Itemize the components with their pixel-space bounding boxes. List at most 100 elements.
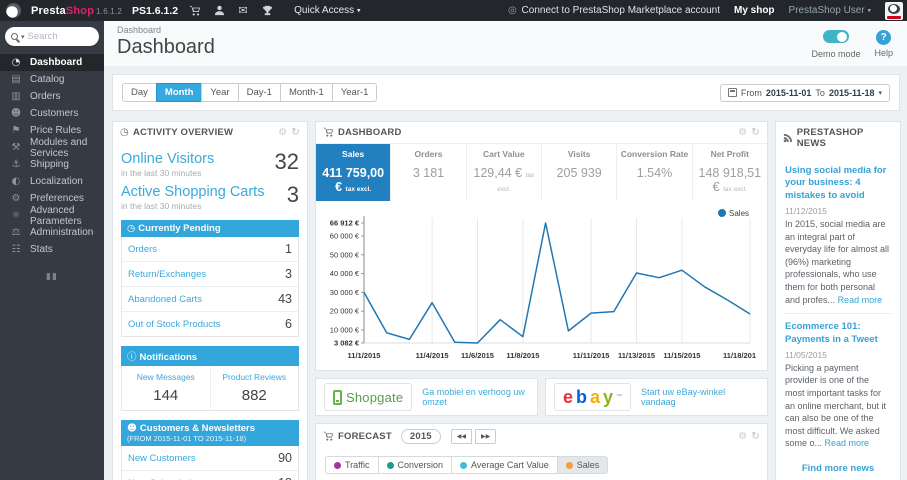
sidebar-item-stats[interactable]: ☷ Stats <box>0 241 104 258</box>
marketplace-link[interactable]: ◎ Connect to PrestaShop Marketplace acco… <box>508 5 720 16</box>
help-icon[interactable]: ? <box>876 30 892 45</box>
filter-month-button[interactable]: Month <box>155 83 203 102</box>
sidebar-item-catalog[interactable]: ▤ Catalog <box>0 71 104 88</box>
customers-newsletters-header: ☻ Customers & Newsletters (FROM 2015-11-01… <box>121 420 299 446</box>
read-more-link[interactable]: Read more <box>838 295 883 305</box>
clock-icon: ◷ <box>127 223 136 234</box>
breadcrumb[interactable]: Dashboard <box>117 25 897 35</box>
prestashop-news-panel: PRESTASHOP NEWS Using social media for y… <box>775 121 901 480</box>
filter-year-button[interactable]: Year <box>201 83 239 102</box>
svg-text:11/4/2015: 11/4/2015 <box>416 351 449 360</box>
sidebar-search[interactable]: ▾ <box>5 27 99 46</box>
sales-line-chart: 3 082 € 10 000 € 20 000 € 30 000 € 40 000 € 5… <box>330 209 756 360</box>
find-more-news-link[interactable]: Find more news <box>785 457 891 480</box>
pending-row-out-of-stock[interactable]: Out of Stock Products 6 <box>122 311 298 336</box>
online-visitors-sub: in the last 30 minutes <box>121 168 202 178</box>
new-customers-row[interactable]: New Customers 90 <box>122 446 298 470</box>
news-article-date: 11/12/2015 <box>785 206 827 217</box>
sidebar-item-localization[interactable]: ◐ Localization <box>0 173 104 190</box>
new-messages-cell[interactable]: New Messages 144 <box>122 366 210 410</box>
ebay-logo: e b a y ™ <box>554 383 632 411</box>
forecast-legend-traffic[interactable]: Traffic <box>325 456 379 474</box>
product-reviews-cell[interactable]: Product Reviews 882 <box>209 366 299 410</box>
messages-icon[interactable]: ✉ <box>236 4 250 17</box>
wrench-icon: ⚙ <box>11 193 21 204</box>
cogs-icon: ⚛ <box>11 210 21 221</box>
read-more-link[interactable]: Read more <box>825 438 870 448</box>
cart-icon <box>323 431 334 441</box>
sidebar-item-orders[interactable]: ▥ Orders <box>0 88 104 105</box>
phone-icon <box>333 389 342 405</box>
sidebar-item-shipping[interactable]: ⚓ Shipping <box>0 156 104 173</box>
svg-text:20 000 €: 20 000 € <box>330 307 360 316</box>
sidebar-collapse-button[interactable]: ▮▮ <box>0 272 104 282</box>
people-icon: ☻ <box>10 108 22 119</box>
panel-refresh-icon[interactable]: ↻ <box>751 431 760 442</box>
quick-access-menu[interactable]: Quick Access ▾ <box>294 5 360 16</box>
new-subscriptions-row[interactable]: New Subscriptions18 <box>122 470 298 480</box>
date-range-button[interactable]: From 2015-11-01 To 2015-11-18 ▾ <box>719 83 890 102</box>
forecast-legend-average-cart-value[interactable]: Average Cart Value <box>451 456 558 474</box>
user-menu[interactable]: PrestaShop User ▾ <box>789 5 871 16</box>
filter-day-button[interactable]: Day <box>122 83 157 102</box>
chevron-down-icon: ▾ <box>878 88 882 97</box>
dashboard-panel: DASHBOARD ⚙ ↻ Sales 411 759,00 € tax excl… <box>315 121 768 371</box>
forecast-legend-sales[interactable]: Sales <box>556 456 609 474</box>
forecast-next-button[interactable]: ▶▶ <box>475 429 497 444</box>
ebay-module: e b a y ™ Start uw eBay-winkel vandaag <box>545 378 768 416</box>
ebay-link[interactable]: Start uw eBay-winkel vandaag <box>641 387 759 407</box>
news-article-title[interactable]: Ecommerce 101: Payments in a Tweet <box>785 321 891 346</box>
filter-month-1-button[interactable]: Month-1 <box>279 83 333 102</box>
chevron-down-icon: ▾ <box>356 6 361 15</box>
forecast-legend-conversion[interactable]: Conversion <box>377 456 453 474</box>
kpi-orders[interactable]: Orders 3 181 <box>390 144 465 201</box>
sidebar-item-administration[interactable]: ⚖ Administration <box>0 224 104 241</box>
svg-text:50 000 €: 50 000 € <box>330 250 360 259</box>
pending-row-orders[interactable]: Orders 1 <box>122 237 298 261</box>
legend-dot <box>460 461 468 469</box>
cart-icon[interactable] <box>188 5 202 17</box>
trophy-icon[interactable] <box>260 5 274 16</box>
svg-text:11/18/201: 11/18/201 <box>723 351 756 360</box>
online-visitors-link[interactable]: Online Visitors <box>121 151 214 167</box>
kpi-cart-value[interactable]: Cart Value 129,44 € tax excl. <box>465 144 541 201</box>
search-input[interactable] <box>27 31 93 42</box>
pending-row-returns[interactable]: Return/Exchanges 3 <box>122 261 298 286</box>
kpi-conversion-rate[interactable]: Conversion Rate 1.54% <box>616 144 691 201</box>
avatar[interactable] <box>885 1 903 20</box>
sidebar-item-advanced-parameters[interactable]: ⚛ Advanced Parameters <box>0 205 104 227</box>
svg-text:11/11/2015: 11/11/2015 <box>573 351 610 360</box>
panel-refresh-icon[interactable]: ↻ <box>291 127 300 138</box>
my-shop-link[interactable]: My shop <box>734 5 775 16</box>
customer-quick-icon[interactable] <box>212 5 226 16</box>
person-icon: ☻ <box>127 423 137 434</box>
news-article-title[interactable]: Using social media for your business: 4 … <box>785 165 891 202</box>
panel-settings-icon[interactable]: ⚙ <box>278 127 287 138</box>
activity-icon: ◷ <box>120 127 129 138</box>
filter-year-1-button[interactable]: Year-1 <box>331 83 378 102</box>
active-carts-link[interactable]: Active Shopping Carts <box>121 184 264 200</box>
pending-row-abandoned-carts[interactable]: Abandoned Carts 43 <box>122 286 298 311</box>
svg-text:11/13/2015: 11/13/2015 <box>618 351 655 360</box>
panel-settings-icon[interactable]: ⚙ <box>738 431 747 442</box>
shopgate-link[interactable]: Ga mobiel en verhoog uw omzet <box>422 387 529 407</box>
svg-text:Sales: Sales <box>729 209 749 218</box>
search-scope-caret-icon[interactable]: ▾ <box>21 33 25 41</box>
filter-day-1-button[interactable]: Day-1 <box>237 83 281 102</box>
kpi-visits[interactable]: Visits 205 939 <box>540 144 616 201</box>
kpi-sales[interactable]: Sales 411 759,00 € tax excl. <box>316 144 391 201</box>
forecast-prev-button[interactable]: ◀◀ <box>450 429 473 444</box>
sidebar-item-dashboard[interactable]: ◔ Dashboard <box>0 54 104 71</box>
active-carts-sub: in the last 30 minutes <box>121 201 202 211</box>
panel-settings-icon[interactable]: ⚙ <box>738 127 747 138</box>
panel-refresh-icon[interactable]: ↻ <box>751 127 760 138</box>
sidebar-item-customers[interactable]: ☻ Customers <box>0 105 104 122</box>
kpi-net-profit[interactable]: Net Profit 148 918,51 € tax excl. <box>691 144 767 201</box>
gear-icon: ⚖ <box>11 227 21 238</box>
svg-text:10 000 €: 10 000 € <box>330 326 360 335</box>
main-content: Dashboard Dashboard Demo mode ? Help Day… <box>104 21 907 480</box>
prestashop-logo-icon[interactable] <box>6 3 21 18</box>
notifications-header: ⓘ Notifications <box>121 346 299 366</box>
demo-mode-toggle[interactable] <box>822 30 849 43</box>
sidebar-item-modules-and-services[interactable]: ⚒ Modules and Services <box>0 137 104 159</box>
